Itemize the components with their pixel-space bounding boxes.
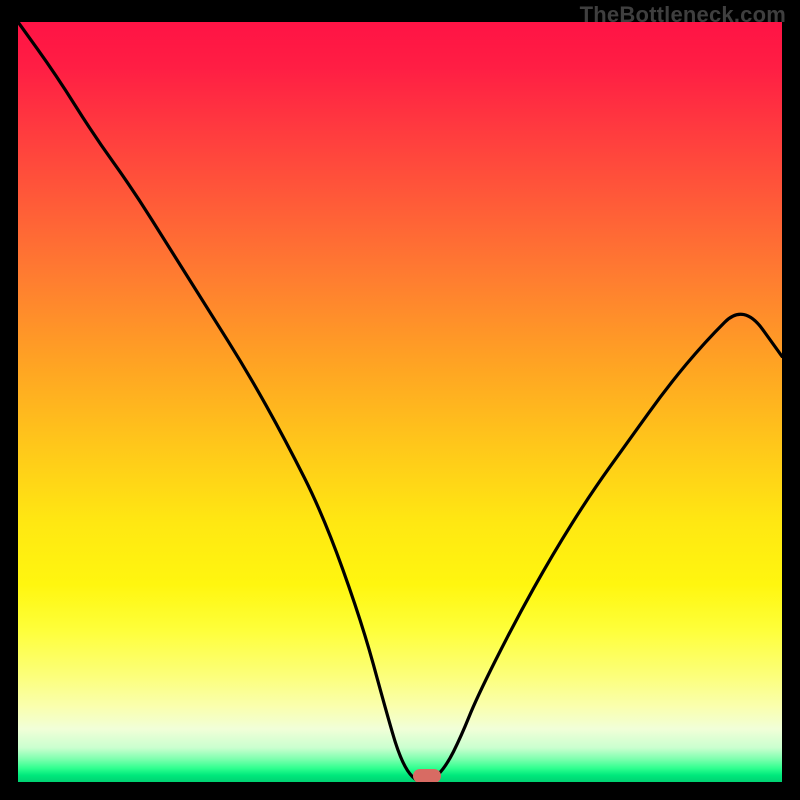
optimum-marker [413, 769, 441, 782]
bottleneck-curve [18, 22, 782, 782]
plot-area [18, 22, 782, 782]
chart-frame: TheBottleneck.com [0, 0, 800, 800]
curve-path [18, 22, 782, 782]
watermark-text: TheBottleneck.com [580, 2, 786, 28]
